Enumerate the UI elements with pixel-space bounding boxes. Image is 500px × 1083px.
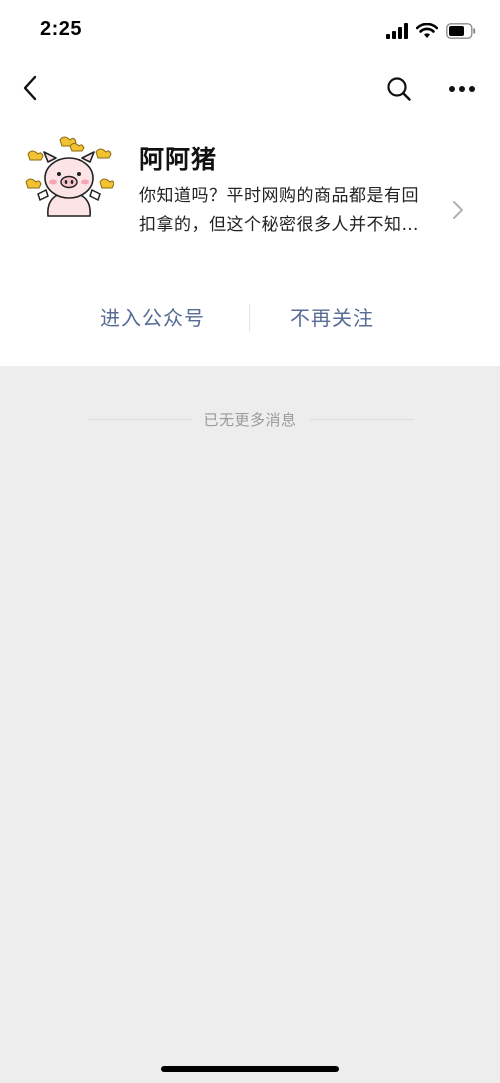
description-line: 你知道吗？平时网购的商品都是有回: [139, 186, 419, 206]
no-more-messages: 已无更多消息: [0, 408, 500, 432]
search-icon: [387, 77, 411, 101]
divider-line: [310, 419, 414, 420]
chevron-right-icon: [453, 201, 463, 219]
no-more-messages-text: 已无更多消息: [203, 411, 297, 429]
nav-bar: [0, 58, 500, 120]
account-description: 你知道吗？平时网购的商品都是有回 扣拿的，但这个秘密很多人并不知…: [139, 182, 449, 240]
account-card: 阿阿猪 你知道吗？平时网购的商品都是有回 扣拿的，但这个秘密很多人并不知… 进入…: [0, 120, 500, 366]
status-bar: 2:25: [0, 0, 500, 58]
unfollow-button[interactable]: 不再关注: [290, 296, 374, 340]
actions-row: 进入公众号 不再关注: [0, 296, 500, 340]
cellular-signal-icon: [386, 23, 408, 39]
actions-divider: [249, 304, 250, 332]
wifi-icon: [416, 23, 438, 38]
enter-account-button[interactable]: 进入公众号: [100, 296, 205, 340]
divider-line: [88, 419, 192, 420]
more-button[interactable]: [444, 72, 480, 106]
chevron-left-icon: [23, 75, 37, 101]
avatar: [24, 132, 115, 222]
account-name: 阿阿猪: [139, 145, 218, 174]
description-line: 扣拿的，但这个秘密很多人并不知…: [139, 215, 419, 235]
home-indicator[interactable]: [161, 1066, 339, 1072]
status-time: 2:25: [40, 18, 83, 40]
search-button[interactable]: [382, 72, 416, 106]
battery-icon: [446, 23, 476, 39]
status-icons: [386, 20, 476, 42]
more-icon: [449, 86, 475, 92]
back-button[interactable]: [14, 72, 46, 104]
account-profile-link[interactable]: 阿阿猪 你知道吗？平时网购的商品都是有回 扣拿的，但这个秘密很多人并不知…: [0, 120, 500, 260]
pig-avatar-icon: [25, 136, 115, 217]
